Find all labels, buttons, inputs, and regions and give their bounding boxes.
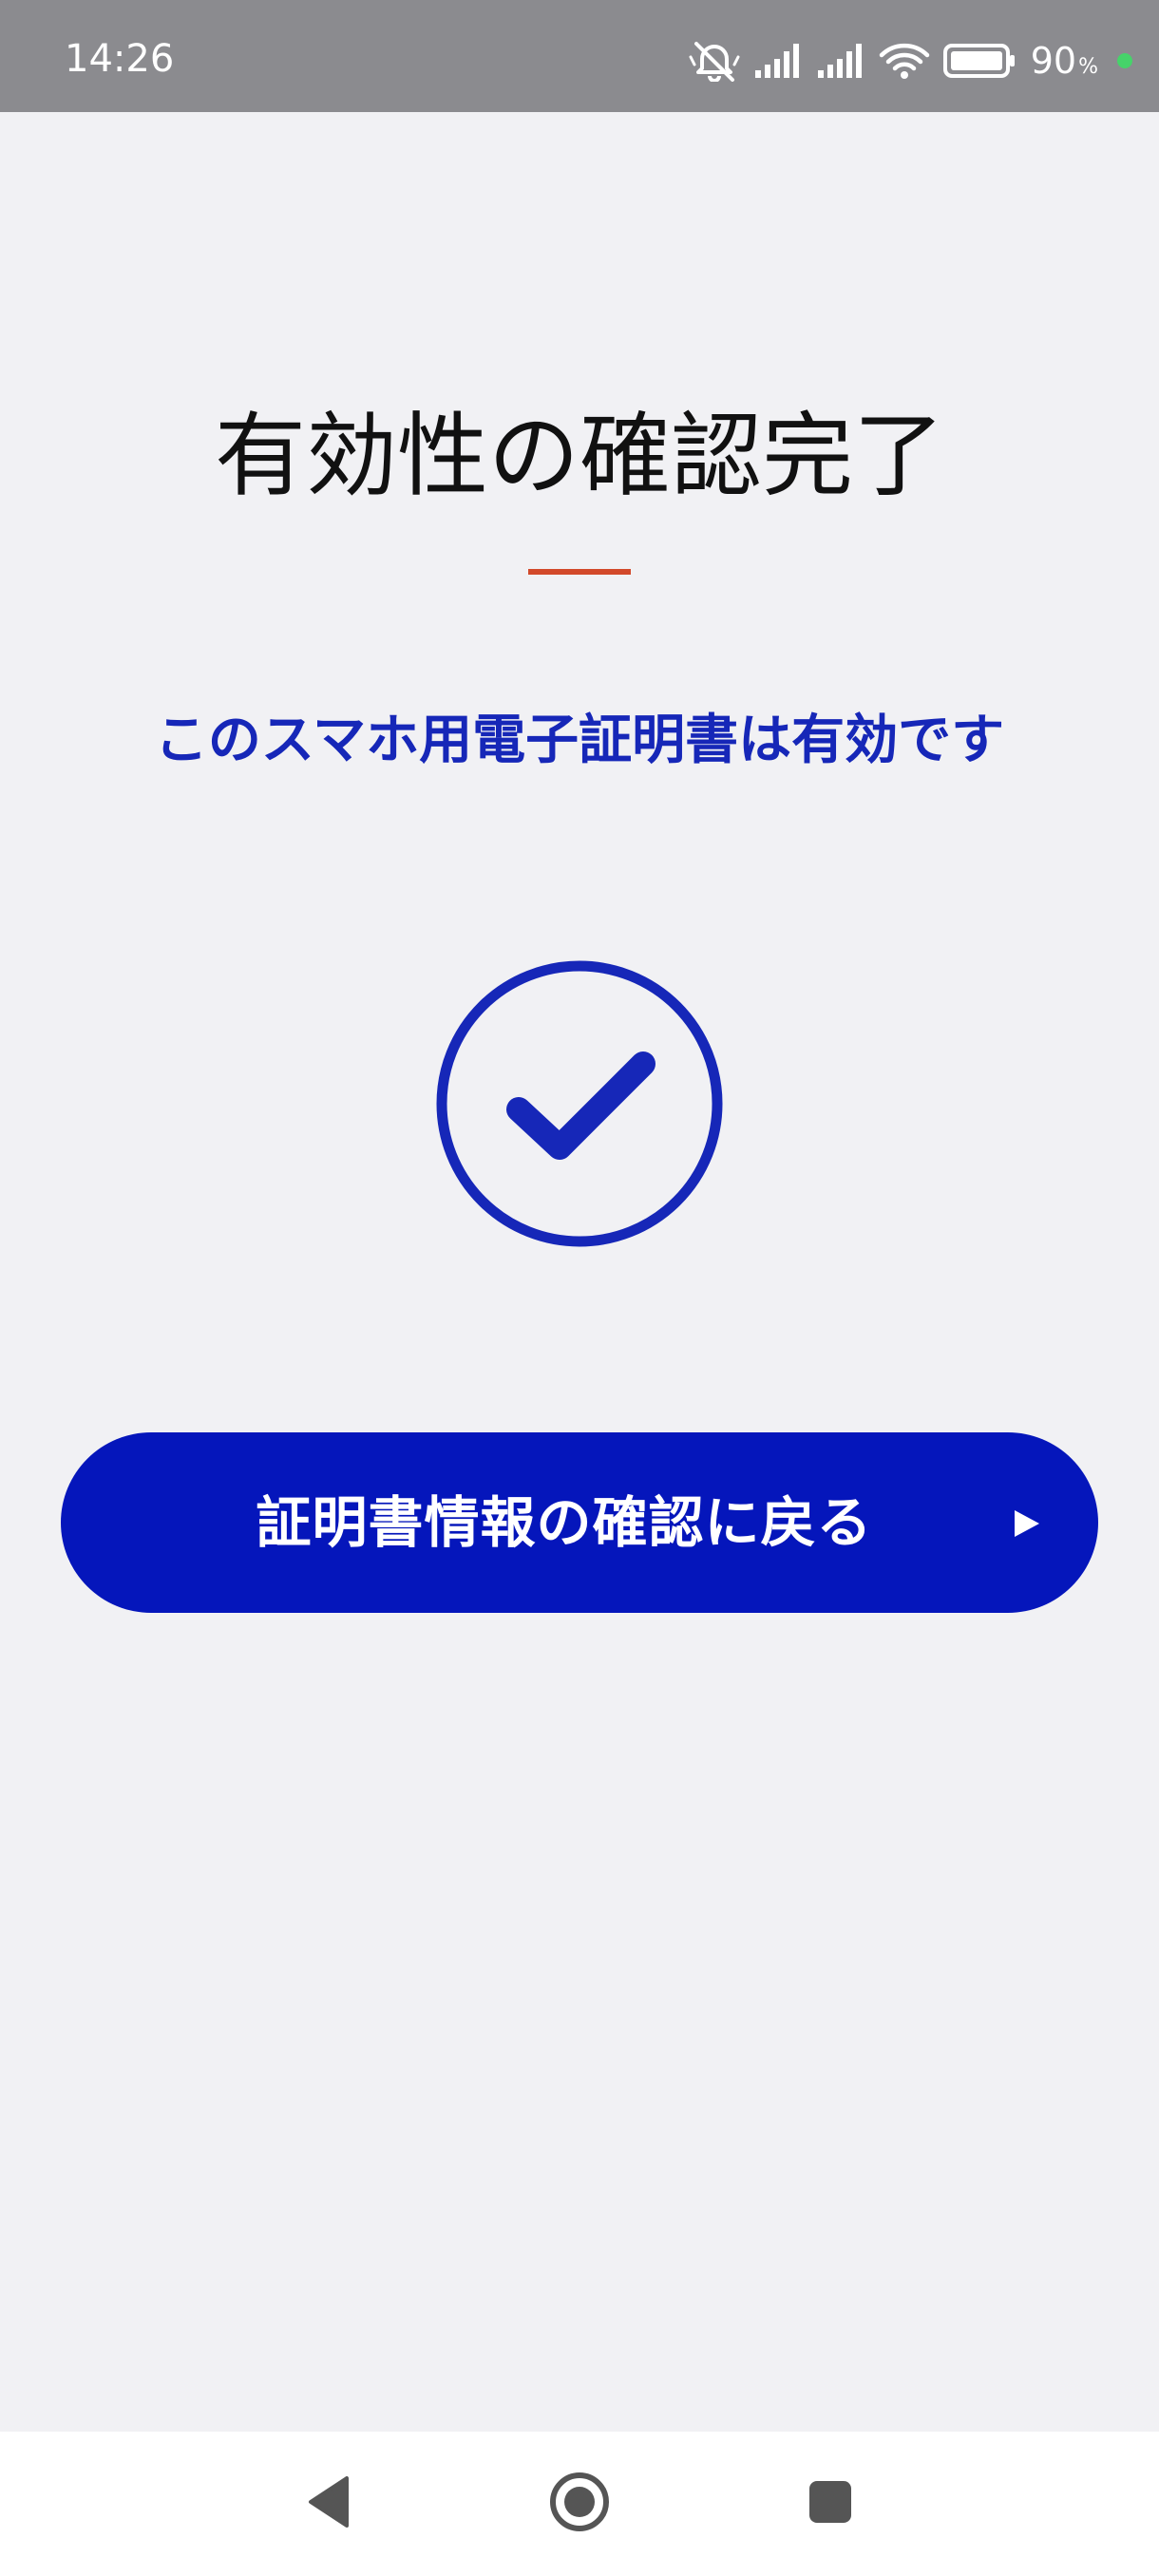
validity-message: このスマホ用電子証明書は有効です <box>154 710 1005 771</box>
play-icon <box>1013 1508 1041 1539</box>
title-underline <box>528 569 631 575</box>
check-circle-icon <box>433 957 726 1250</box>
status-icons: 90% <box>689 40 1132 82</box>
back-to-certificate-info-button[interactable]: 証明書情報の確認に戻る <box>61 1432 1098 1613</box>
back-button-label: 証明書情報の確認に戻る <box>256 1490 873 1555</box>
mute-icon <box>689 40 740 82</box>
main-content: 有効性の確認完了 このスマホ用電子証明書は有効です 証明書情報の確認に戻る <box>0 112 1159 2432</box>
home-icon <box>548 2471 611 2537</box>
battery-level: 90% <box>1031 43 1098 79</box>
battery-level-unit: % <box>1078 55 1098 79</box>
signal-icon <box>816 42 865 80</box>
nav-home-button[interactable] <box>522 2432 636 2576</box>
battery-icon <box>942 42 1017 80</box>
wifi-icon <box>879 42 930 80</box>
privacy-indicator-dot <box>1117 53 1132 68</box>
nav-recents-button[interactable] <box>773 2432 887 2576</box>
status-bar: 14:26 90 % <box>0 0 1159 112</box>
back-icon <box>305 2474 352 2533</box>
navigation-bar <box>0 2432 1159 2576</box>
signal-icon <box>753 42 803 80</box>
nav-back-button[interactable] <box>272 2432 386 2576</box>
recents-icon <box>808 2479 853 2529</box>
battery-level-value: 90 <box>1030 40 1077 82</box>
status-time: 14:26 <box>65 37 175 81</box>
page-title: 有効性の確認完了 <box>215 403 944 509</box>
